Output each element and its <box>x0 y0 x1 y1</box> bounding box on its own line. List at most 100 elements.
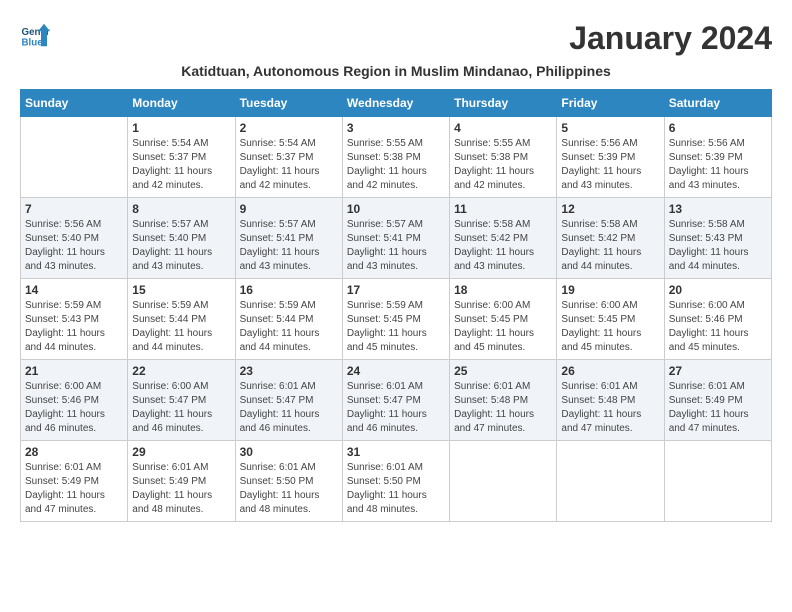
cell-sun-info: Sunrise: 5:58 AMSunset: 5:42 PMDaylight:… <box>561 218 659 274</box>
cell-sun-info: Sunrise: 6:01 AMSunset: 5:48 PMDaylight:… <box>454 380 552 436</box>
calendar-week-row: 1Sunrise: 5:54 AMSunset: 5:37 PMDaylight… <box>21 117 772 198</box>
table-row: 16 Sunrise: 5:59 AMSunset: 5:44 PMDayligh… <box>235 279 342 360</box>
table-row <box>450 441 557 522</box>
table-row: 28 Sunrise: 6:01 AMSunset: 5:49 PMDayligh… <box>21 441 128 522</box>
svg-text:Blue: Blue <box>22 38 44 49</box>
table-row: 3Sunrise: 5:55 AMSunset: 5:38 PMDaylight… <box>342 117 449 198</box>
cell-day-number: 10 <box>347 202 445 216</box>
cell-day-number: 4 <box>454 121 552 135</box>
header-row: Sunday Monday Tuesday Wednesday Thursday… <box>21 90 772 117</box>
cell-sun-info: Sunrise: 5:59 AMSunset: 5:44 PMDaylight:… <box>132 299 230 355</box>
cell-day-number: 5 <box>561 121 659 135</box>
table-row: 12Sunrise: 5:58 AMSunset: 5:42 PMDayligh… <box>557 198 664 279</box>
cell-day-number: 13 <box>669 202 767 216</box>
month-title-section: January 2024 <box>569 20 772 57</box>
cell-day-number: 9 <box>240 202 338 216</box>
table-row: 31 Sunrise: 6:01 AMSunset: 5:50 PMDayligh… <box>342 441 449 522</box>
cell-day-number: 22 <box>132 364 230 378</box>
cell-day-number: 7 <box>25 202 123 216</box>
table-row: 23 Sunrise: 6:01 AMSunset: 5:47 PMDayligh… <box>235 360 342 441</box>
table-row: 6 Sunrise: 5:56 AMSunset: 5:39 PMDaylight… <box>664 117 771 198</box>
cell-sun-info: Sunrise: 6:01 AMSunset: 5:50 PMDaylight:… <box>347 461 445 517</box>
table-row <box>664 441 771 522</box>
cell-sun-info: Sunrise: 5:56 AMSunset: 5:39 PMDaylight:… <box>561 137 659 193</box>
cell-sun-info: Sunrise: 6:00 AMSunset: 5:45 PMDaylight:… <box>454 299 552 355</box>
table-row: 29 Sunrise: 6:01 AMSunset: 5:49 PMDayligh… <box>128 441 235 522</box>
cell-day-number: 23 <box>240 364 338 378</box>
cell-day-number: 14 <box>25 283 123 297</box>
table-row: 30 Sunrise: 6:01 AMSunset: 5:50 PMDayligh… <box>235 441 342 522</box>
cell-day-number: 30 <box>240 445 338 459</box>
cell-sun-info: Sunrise: 5:55 AMSunset: 5:38 PMDaylight:… <box>454 137 552 193</box>
col-tuesday: Tuesday <box>235 90 342 117</box>
cell-day-number: 15 <box>132 283 230 297</box>
table-row: 2Sunrise: 5:54 AMSunset: 5:37 PMDaylight… <box>235 117 342 198</box>
col-sunday: Sunday <box>21 90 128 117</box>
cell-sun-info: Sunrise: 5:59 AMSunset: 5:43 PMDaylight:… <box>25 299 123 355</box>
cell-sun-info: Sunrise: 5:59 AMSunset: 5:44 PMDaylight:… <box>240 299 338 355</box>
table-row: 26 Sunrise: 6:01 AMSunset: 5:48 PMDayligh… <box>557 360 664 441</box>
cell-sun-info: Sunrise: 6:00 AMSunset: 5:45 PMDaylight:… <box>561 299 659 355</box>
cell-day-number: 17 <box>347 283 445 297</box>
table-row <box>21 117 128 198</box>
cell-day-number: 20 <box>669 283 767 297</box>
table-row: 19 Sunrise: 6:00 AMSunset: 5:45 PMDayligh… <box>557 279 664 360</box>
cell-day-number: 25 <box>454 364 552 378</box>
col-saturday: Saturday <box>664 90 771 117</box>
cell-sun-info: Sunrise: 6:01 AMSunset: 5:47 PMDaylight:… <box>240 380 338 436</box>
cell-day-number: 19 <box>561 283 659 297</box>
cell-day-number: 21 <box>25 364 123 378</box>
cell-sun-info: Sunrise: 6:01 AMSunset: 5:47 PMDaylight:… <box>347 380 445 436</box>
table-row: 11Sunrise: 5:58 AMSunset: 5:42 PMDayligh… <box>450 198 557 279</box>
cell-sun-info: Sunrise: 5:57 AMSunset: 5:41 PMDaylight:… <box>347 218 445 274</box>
cell-sun-info: Sunrise: 5:56 AMSunset: 5:39 PMDaylight:… <box>669 137 767 193</box>
cell-day-number: 31 <box>347 445 445 459</box>
cell-sun-info: Sunrise: 5:57 AMSunset: 5:40 PMDaylight:… <box>132 218 230 274</box>
table-row: 17 Sunrise: 5:59 AMSunset: 5:45 PMDayligh… <box>342 279 449 360</box>
cell-day-number: 24 <box>347 364 445 378</box>
col-monday: Monday <box>128 90 235 117</box>
table-row: 22 Sunrise: 6:00 AMSunset: 5:47 PMDayligh… <box>128 360 235 441</box>
cell-sun-info: Sunrise: 6:00 AMSunset: 5:46 PMDaylight:… <box>25 380 123 436</box>
cell-day-number: 6 <box>669 121 767 135</box>
cell-sun-info: Sunrise: 6:01 AMSunset: 5:49 PMDaylight:… <box>25 461 123 517</box>
table-row: 21 Sunrise: 6:00 AMSunset: 5:46 PMDayligh… <box>21 360 128 441</box>
cell-sun-info: Sunrise: 6:01 AMSunset: 5:48 PMDaylight:… <box>561 380 659 436</box>
logo: General Blue <box>20 20 55 50</box>
cell-sun-info: Sunrise: 5:56 AMSunset: 5:40 PMDaylight:… <box>25 218 123 274</box>
table-row: 9 Sunrise: 5:57 AMSunset: 5:41 PMDaylight… <box>235 198 342 279</box>
col-wednesday: Wednesday <box>342 90 449 117</box>
cell-sun-info: Sunrise: 6:00 AMSunset: 5:47 PMDaylight:… <box>132 380 230 436</box>
cell-day-number: 16 <box>240 283 338 297</box>
cell-sun-info: Sunrise: 6:01 AMSunset: 5:49 PMDaylight:… <box>669 380 767 436</box>
table-row: 15 Sunrise: 5:59 AMSunset: 5:44 PMDayligh… <box>128 279 235 360</box>
col-thursday: Thursday <box>450 90 557 117</box>
col-friday: Friday <box>557 90 664 117</box>
month-title: January 2024 <box>569 20 772 57</box>
cell-day-number: 11 <box>454 202 552 216</box>
table-row <box>557 441 664 522</box>
table-row: 1Sunrise: 5:54 AMSunset: 5:37 PMDaylight… <box>128 117 235 198</box>
cell-sun-info: Sunrise: 5:57 AMSunset: 5:41 PMDaylight:… <box>240 218 338 274</box>
cell-day-number: 28 <box>25 445 123 459</box>
cell-day-number: 29 <box>132 445 230 459</box>
cell-day-number: 3 <box>347 121 445 135</box>
cell-day-number: 26 <box>561 364 659 378</box>
cell-day-number: 18 <box>454 283 552 297</box>
calendar-week-row: 7 Sunrise: 5:56 AMSunset: 5:40 PMDaylight… <box>21 198 772 279</box>
table-row: 14 Sunrise: 5:59 AMSunset: 5:43 PMDayligh… <box>21 279 128 360</box>
table-row: 25 Sunrise: 6:01 AMSunset: 5:48 PMDayligh… <box>450 360 557 441</box>
cell-sun-info: Sunrise: 6:01 AMSunset: 5:49 PMDaylight:… <box>132 461 230 517</box>
table-row: 20 Sunrise: 6:00 AMSunset: 5:46 PMDayligh… <box>664 279 771 360</box>
cell-day-number: 1 <box>132 121 230 135</box>
calendar-table: Sunday Monday Tuesday Wednesday Thursday… <box>20 89 772 522</box>
calendar-week-row: 28 Sunrise: 6:01 AMSunset: 5:49 PMDayligh… <box>21 441 772 522</box>
table-row: 10 Sunrise: 5:57 AMSunset: 5:41 PMDayligh… <box>342 198 449 279</box>
table-row: 18 Sunrise: 6:00 AMSunset: 5:45 PMDayligh… <box>450 279 557 360</box>
calendar-week-row: 21 Sunrise: 6:00 AMSunset: 5:46 PMDayligh… <box>21 360 772 441</box>
cell-sun-info: Sunrise: 6:01 AMSunset: 5:50 PMDaylight:… <box>240 461 338 517</box>
cell-sun-info: Sunrise: 6:00 AMSunset: 5:46 PMDaylight:… <box>669 299 767 355</box>
calendar-week-row: 14 Sunrise: 5:59 AMSunset: 5:43 PMDayligh… <box>21 279 772 360</box>
cell-sun-info: Sunrise: 5:58 AMSunset: 5:43 PMDaylight:… <box>669 218 767 274</box>
cell-sun-info: Sunrise: 5:59 AMSunset: 5:45 PMDaylight:… <box>347 299 445 355</box>
